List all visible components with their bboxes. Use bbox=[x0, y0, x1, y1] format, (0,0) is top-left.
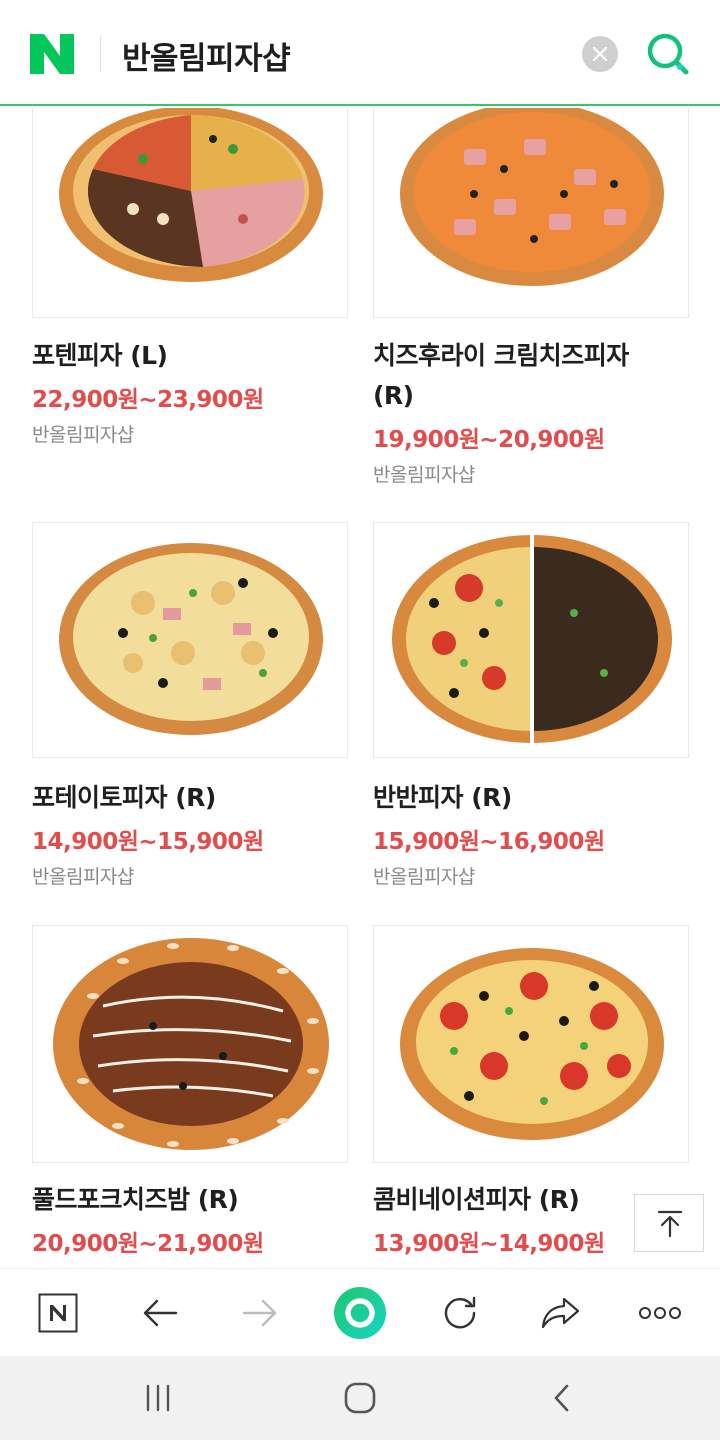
forward-button[interactable] bbox=[224, 1269, 296, 1357]
system-back-button[interactable] bbox=[522, 1356, 602, 1440]
potato-pizza-icon bbox=[59, 543, 323, 735]
back-button[interactable] bbox=[124, 1269, 196, 1357]
refresh-icon bbox=[444, 1296, 476, 1329]
scroll-to-top-button[interactable] bbox=[634, 1194, 704, 1252]
close-icon bbox=[593, 47, 607, 61]
browser-toolbar bbox=[0, 1268, 720, 1356]
arrow-up-icon bbox=[657, 1210, 683, 1238]
half-half-pizza-icon bbox=[392, 527, 672, 755]
product-name[interactable]: 반반피자 (R) bbox=[373, 778, 673, 818]
product-name[interactable]: 포텐피자 (L) bbox=[32, 336, 332, 376]
product-image[interactable] bbox=[373, 925, 689, 1163]
product-price: 20,900원~21,900원 bbox=[32, 1231, 264, 1257]
home-button[interactable] bbox=[320, 1356, 400, 1440]
product-card[interactable]: 치즈후라이 크림치즈피자 (R) 19,900원~20,900원 반올림피자샵 bbox=[373, 108, 689, 508]
product-price: 14,900원~15,900원 bbox=[32, 829, 264, 855]
product-price: 13,900원~14,900원 bbox=[373, 1231, 605, 1257]
more-dots-icon bbox=[639, 1307, 681, 1319]
arrow-right-icon bbox=[242, 1299, 277, 1327]
four-topping-pizza-icon bbox=[59, 108, 323, 282]
search-header: 반올림피자샵 bbox=[0, 0, 720, 106]
product-name[interactable]: 치즈후라이 크림치즈피자 (R) bbox=[373, 336, 673, 416]
product-card[interactable]: 포테이토피자 (R) 14,900원~15,900원 반올림피자샵 bbox=[32, 522, 348, 902]
product-store: 반올림피자샵 bbox=[373, 464, 475, 486]
search-icon[interactable] bbox=[644, 30, 692, 78]
product-store: 반올림피자샵 bbox=[32, 866, 134, 888]
search-query-text[interactable]: 반올림피자샵 bbox=[122, 33, 291, 78]
combination-pizza-icon bbox=[400, 948, 664, 1140]
product-image[interactable] bbox=[373, 108, 689, 318]
pulled-pork-pizza-icon bbox=[53, 938, 329, 1150]
clear-search-button[interactable] bbox=[582, 36, 618, 72]
product-image[interactable] bbox=[32, 522, 348, 758]
recent-apps-button[interactable] bbox=[118, 1356, 198, 1440]
system-navigation-bar bbox=[0, 1356, 720, 1440]
product-price: 15,900원~16,900원 bbox=[373, 829, 605, 855]
more-button[interactable] bbox=[624, 1269, 696, 1357]
product-image[interactable] bbox=[32, 925, 348, 1163]
product-image[interactable] bbox=[32, 108, 348, 318]
product-name[interactable]: 풀드포크치즈밤 (R) bbox=[32, 1180, 332, 1220]
product-price: 22,900원~23,900원 bbox=[32, 387, 264, 413]
green-dot-icon bbox=[334, 1287, 386, 1339]
product-price: 19,900원~20,900원 bbox=[373, 427, 605, 453]
arrow-left-icon bbox=[143, 1299, 178, 1327]
header-divider bbox=[100, 36, 101, 72]
share-icon bbox=[541, 1297, 580, 1329]
chevron-left-icon bbox=[554, 1384, 569, 1412]
product-name[interactable]: 콤비네이션피자 (R) bbox=[373, 1180, 673, 1220]
cheese-fries-pizza-icon bbox=[400, 108, 664, 286]
green-dot-button[interactable] bbox=[324, 1269, 396, 1357]
product-name[interactable]: 포테이토피자 (R) bbox=[32, 778, 332, 818]
product-grid: 포텐피자 (L) 22,900원~23,900원 반올림피자샵 치즈후라이 크림… bbox=[0, 108, 720, 1268]
product-card[interactable]: 풀드포크치즈밤 (R) 20,900원~21,900원 bbox=[32, 925, 348, 1268]
product-store: 반올림피자샵 bbox=[32, 424, 134, 446]
home-icon bbox=[344, 1382, 376, 1414]
naver-n-icon bbox=[38, 1293, 78, 1333]
product-card[interactable]: 포텐피자 (L) 22,900원~23,900원 반올림피자샵 bbox=[32, 108, 348, 488]
product-store: 반올림피자샵 bbox=[373, 866, 475, 888]
naver-logo-icon[interactable] bbox=[30, 34, 74, 74]
recent-apps-icon bbox=[146, 1384, 170, 1412]
product-image[interactable] bbox=[373, 522, 689, 758]
naver-home-button[interactable] bbox=[22, 1269, 94, 1357]
product-card[interactable]: 반반피자 (R) 15,900원~16,900원 반올림피자샵 bbox=[373, 522, 689, 902]
refresh-button[interactable] bbox=[424, 1269, 496, 1357]
share-button[interactable] bbox=[524, 1269, 596, 1357]
